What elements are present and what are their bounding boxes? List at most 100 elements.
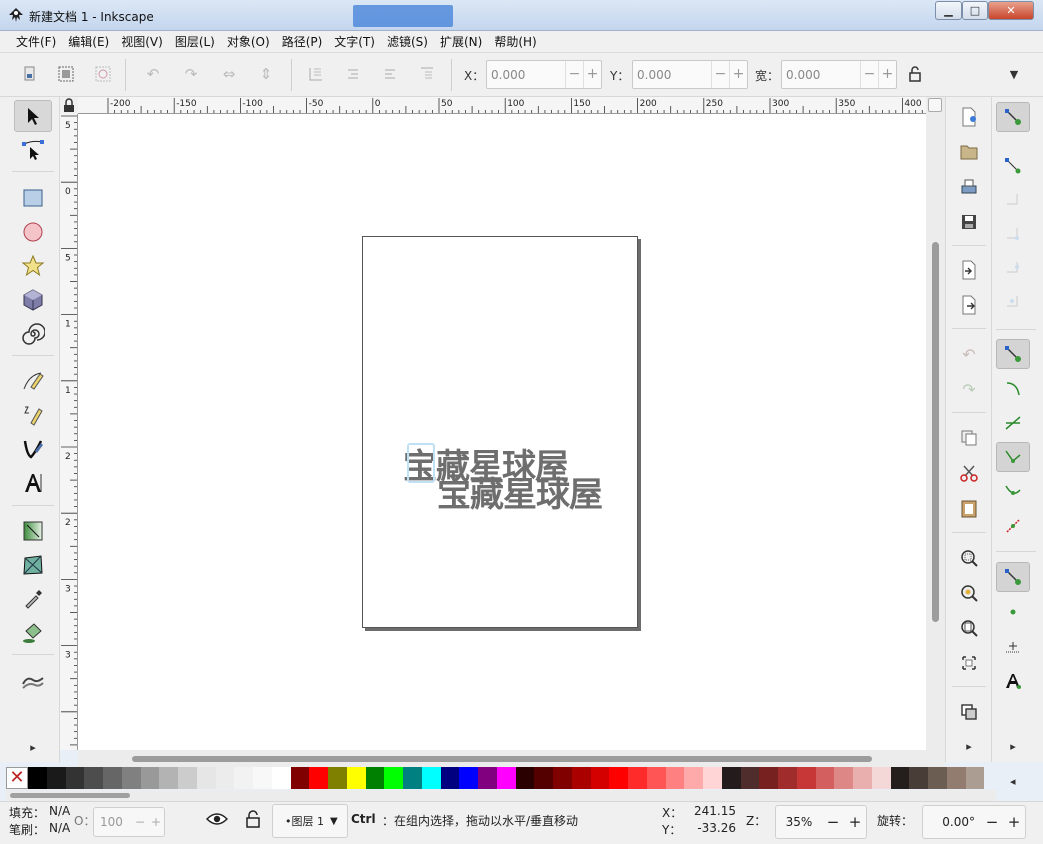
snap-paths-icon[interactable] <box>996 374 1030 404</box>
color-swatch[interactable] <box>571 767 591 789</box>
snap-smooth-nodes-icon[interactable] <box>996 477 1030 507</box>
color-swatch[interactable] <box>796 767 816 789</box>
snap-object-centers-icon[interactable] <box>996 597 1030 627</box>
raise-icon[interactable] <box>380 64 400 84</box>
color-swatch[interactable] <box>103 767 122 789</box>
color-swatch[interactable] <box>684 767 703 789</box>
undo-icon[interactable]: ↶ <box>952 339 986 369</box>
snap-text-baseline-icon[interactable] <box>996 666 1030 696</box>
deselect-icon[interactable] <box>93 64 113 84</box>
save-icon[interactable] <box>952 207 986 237</box>
toolbox-expand-icon[interactable]: ▸ <box>14 731 52 763</box>
color-swatch[interactable] <box>871 767 891 789</box>
menu-view[interactable]: 视图(V) <box>115 33 169 50</box>
y-decrement-button[interactable]: − <box>711 61 729 88</box>
rectangle-tool-icon[interactable] <box>14 182 52 214</box>
snap-bbox-corners-icon[interactable] <box>996 219 1030 249</box>
rotate-ccw-icon[interactable]: ↶ <box>143 64 163 84</box>
color-swatch[interactable] <box>909 767 928 789</box>
color-swatch[interactable] <box>234 767 253 789</box>
color-swatch[interactable] <box>496 767 516 789</box>
snap-nodes-icon[interactable] <box>996 339 1030 369</box>
x-decrement-button[interactable]: − <box>565 61 583 88</box>
menu-help[interactable]: 帮助(H) <box>488 33 542 50</box>
zoom-field[interactable]: 35% − + <box>775 805 867 839</box>
palette-scroll-left-icon[interactable]: ◂ <box>1010 775 1016 788</box>
color-swatch[interactable] <box>703 767 722 789</box>
vertical-scroll-thumb[interactable] <box>932 242 939 622</box>
menu-path[interactable]: 路径(P) <box>276 33 329 50</box>
commands-expand-icon[interactable]: ▸ <box>952 731 986 761</box>
width-decrement-button[interactable]: − <box>860 61 878 88</box>
flip-vertical-icon[interactable]: ⇕ <box>256 64 276 84</box>
selector-tool-icon[interactable] <box>14 100 52 132</box>
color-swatch[interactable] <box>646 767 666 789</box>
stroke-value[interactable]: N/A <box>49 821 70 835</box>
zoom-value[interactable]: 35% <box>776 815 822 829</box>
horizontal-scroll-thumb[interactable] <box>132 756 872 762</box>
menu-layer[interactable]: 图层(L) <box>169 33 221 50</box>
menu-edit[interactable]: 编辑(E) <box>62 33 115 50</box>
color-swatch[interactable] <box>290 767 310 789</box>
zoom-page-width-icon[interactable] <box>952 648 986 678</box>
calligraphy-tool-icon[interactable] <box>14 433 52 465</box>
zoom-selection-icon[interactable] <box>952 543 986 573</box>
menu-text[interactable]: 文字(T) <box>328 33 381 50</box>
color-swatch[interactable] <box>553 767 572 789</box>
star-tool-icon[interactable] <box>14 250 52 282</box>
width-value[interactable]: 0.000 <box>782 68 860 82</box>
pencil-tool-icon[interactable] <box>14 365 52 397</box>
horizontal-scrollbar[interactable] <box>78 750 945 767</box>
no-paint-swatch[interactable]: ✕ <box>6 767 28 789</box>
snap-midpoints-icon[interactable] <box>996 511 1030 541</box>
color-swatch[interactable] <box>853 767 872 789</box>
menu-file[interactable]: 文件(F) <box>10 33 62 50</box>
gradient-tool-icon[interactable] <box>14 515 52 547</box>
width-field[interactable]: 0.000 − + <box>781 60 897 89</box>
color-swatch[interactable] <box>890 767 910 789</box>
pen-tool-icon[interactable] <box>14 399 52 431</box>
snap-bbox-icon[interactable] <box>996 151 1030 181</box>
snap-rotation-center-icon[interactable] <box>996 631 1030 661</box>
snap-bbox-midpoints-icon[interactable] <box>996 253 1030 283</box>
circle-tool-icon[interactable] <box>14 216 52 248</box>
menu-filters[interactable]: 滤镜(S) <box>381 33 434 50</box>
duplicate-icon[interactable] <box>952 697 986 727</box>
x-value[interactable]: 0.000 <box>487 68 565 82</box>
color-swatch[interactable] <box>421 767 441 789</box>
import-icon[interactable] <box>952 255 986 285</box>
snap-toggle-icon[interactable] <box>996 102 1030 132</box>
color-swatch[interactable] <box>140 767 160 789</box>
raise-to-top-icon[interactable] <box>417 64 437 84</box>
color-swatch[interactable] <box>759 767 778 789</box>
y-value[interactable]: 0.000 <box>633 68 711 82</box>
color-swatch[interactable] <box>271 767 291 789</box>
spiral-tool-icon[interactable] <box>14 318 52 350</box>
color-swatch[interactable] <box>778 767 797 789</box>
rotate-cw-icon[interactable]: ↷ <box>181 64 201 84</box>
color-swatch[interactable] <box>46 767 66 789</box>
color-swatch[interactable] <box>159 767 178 789</box>
3d-box-tool-icon[interactable] <box>14 284 52 316</box>
zoom-decrement-button[interactable]: − <box>822 813 844 831</box>
vertical-scrollbar[interactable] <box>926 97 945 750</box>
open-document-icon[interactable] <box>952 137 986 167</box>
color-swatch[interactable] <box>403 767 422 789</box>
paste-icon[interactable] <box>952 493 986 523</box>
color-swatch[interactable] <box>946 767 966 789</box>
palette-scrollbar[interactable] <box>6 790 996 801</box>
zoom-corner-button[interactable] <box>928 98 942 112</box>
text-object-2[interactable]: 宝藏星球屋 <box>437 467 603 516</box>
color-swatch[interactable] <box>965 767 985 789</box>
x-field[interactable]: 0.000 − + <box>486 60 602 89</box>
width-increment-button[interactable]: + <box>878 61 896 88</box>
color-swatch[interactable] <box>65 767 85 789</box>
drawing-canvas[interactable]: 宝藏星球屋 宝藏星球屋 <box>78 114 926 750</box>
color-swatch[interactable] <box>534 767 553 789</box>
layer-lock-icon[interactable] <box>245 810 261 831</box>
color-swatch[interactable] <box>440 767 460 789</box>
snap-intersections-icon[interactable] <box>996 408 1030 438</box>
zoom-page-icon[interactable] <box>952 613 986 643</box>
snap-bbox-edges-icon[interactable] <box>996 185 1030 215</box>
layer-dropdown[interactable]: •图层 1 ▼ <box>272 804 348 838</box>
